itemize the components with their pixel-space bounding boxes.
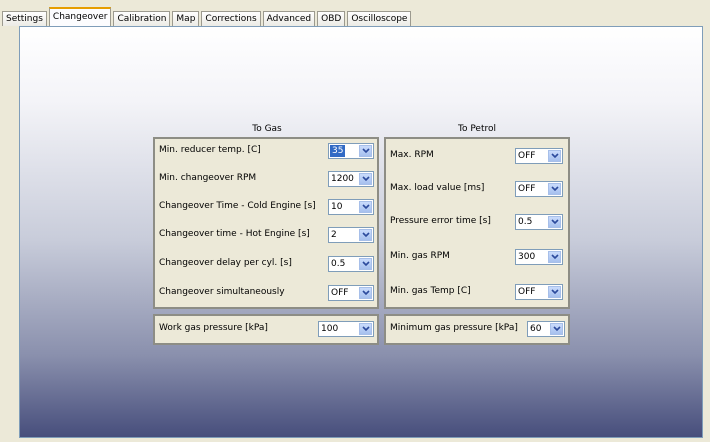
max-load-value-label: Max. load value [ms]: [390, 183, 485, 193]
changeover-delay-select[interactable]: 0.5: [328, 256, 374, 272]
min-gas-rpm-select[interactable]: 300: [515, 249, 563, 265]
min-gas-rpm-row: Min. gas RPM 300: [390, 249, 564, 265]
changeover-simultaneously-value: OFF: [331, 288, 349, 298]
tab-obd[interactable]: OBD: [317, 11, 346, 26]
pressure-error-time-value: 0.5: [518, 217, 533, 227]
max-rpm-value: OFF: [518, 151, 536, 161]
max-load-value-select[interactable]: OFF: [515, 181, 563, 197]
tab-calibration[interactable]: Calibration: [113, 11, 171, 26]
changeover-simultaneously-select[interactable]: OFF: [328, 285, 374, 301]
min-gas-pressure-row: Minimum gas pressure [kPa] 60: [390, 321, 565, 337]
min-changeover-rpm-label: Min. changeover RPM: [159, 173, 257, 183]
tab-bar: Settings Changeover Calibration Map Corr…: [2, 7, 413, 26]
min-changeover-rpm-row: Min. changeover RPM 1200: [159, 171, 374, 187]
max-load-value-row: Max. load value [ms] OFF: [390, 181, 564, 197]
tab-corrections[interactable]: Corrections: [201, 11, 261, 26]
min-gas-rpm-value: 300: [518, 252, 536, 262]
tab-map[interactable]: Map: [172, 11, 200, 26]
chevron-down-icon[interactable]: [550, 323, 563, 335]
to-gas-title: To Gas: [252, 124, 282, 134]
tab-advanced[interactable]: Advanced: [262, 11, 316, 26]
pressure-error-time-row: Pressure error time [s] 0.5: [390, 214, 564, 230]
tab-oscilloscope[interactable]: Oscilloscope: [347, 11, 412, 26]
hot-engine-time-row: Changeover time - Hot Engine [s] 2: [159, 227, 374, 243]
changeover-delay-value: 0.5: [331, 259, 346, 269]
chevron-down-icon[interactable]: [548, 216, 561, 228]
min-gas-pressure-value: 60: [530, 324, 542, 334]
max-load-value-value: OFF: [518, 184, 536, 194]
min-gas-temp-label: Min. gas Temp [C]: [390, 286, 471, 296]
max-rpm-row: Max. RPM OFF: [390, 148, 564, 164]
chevron-down-icon[interactable]: [359, 258, 372, 270]
min-changeover-rpm-value: 1200: [331, 174, 354, 184]
changeover-delay-label: Changeover delay per cyl. [s]: [159, 258, 292, 268]
chevron-down-icon[interactable]: [548, 150, 561, 162]
to-petrol-title: To Petrol: [457, 124, 497, 134]
min-reducer-temp-select[interactable]: 35: [328, 143, 374, 159]
chevron-down-icon[interactable]: [359, 323, 372, 335]
min-pressure-group: Minimum gas pressure [kPa] 60: [384, 314, 570, 345]
chevron-down-icon[interactable]: [359, 173, 372, 185]
min-gas-temp-value: OFF: [518, 287, 536, 297]
chevron-down-icon[interactable]: [359, 287, 372, 299]
min-reducer-temp-row: Min. reducer temp. [C] 35: [159, 143, 374, 159]
pressure-error-time-select[interactable]: 0.5: [515, 214, 563, 230]
min-gas-pressure-label: Minimum gas pressure [kPa]: [390, 323, 518, 333]
max-rpm-label: Max. RPM: [390, 150, 434, 160]
chevron-down-icon[interactable]: [359, 229, 372, 241]
chevron-down-icon[interactable]: [548, 183, 561, 195]
cold-engine-time-select[interactable]: 10: [328, 199, 374, 215]
changeover-delay-row: Changeover delay per cyl. [s] 0.5: [159, 256, 374, 272]
min-reducer-temp-value: 35: [330, 145, 346, 157]
min-reducer-temp-label: Min. reducer temp. [C]: [159, 145, 261, 155]
chevron-down-icon[interactable]: [359, 145, 372, 157]
work-gas-pressure-select[interactable]: 100: [318, 321, 374, 337]
work-gas-pressure-row: Work gas pressure [kPa] 100: [159, 321, 374, 337]
min-gas-pressure-select[interactable]: 60: [527, 321, 565, 337]
chevron-down-icon[interactable]: [548, 286, 561, 298]
hot-engine-time-select[interactable]: 2: [328, 227, 374, 243]
chevron-down-icon[interactable]: [548, 251, 561, 263]
tab-settings[interactable]: Settings: [2, 11, 47, 26]
work-gas-pressure-value: 100: [321, 324, 339, 334]
to-gas-group: Min. reducer temp. [C] 35 Min. changeove…: [153, 137, 379, 309]
to-petrol-group: Max. RPM OFF Max. load value [ms] OFF Pr…: [384, 137, 570, 309]
cold-engine-time-value: 10: [331, 202, 343, 212]
changeover-panel: To Gas To Petrol Min. reducer temp. [C] …: [19, 26, 703, 438]
work-pressure-group: Work gas pressure [kPa] 100: [153, 314, 379, 345]
changeover-simultaneously-label: Changeover simultaneously: [159, 287, 285, 297]
cold-engine-time-label: Changeover Time - Cold Engine [s]: [159, 201, 316, 211]
hot-engine-time-label: Changeover time - Hot Engine [s]: [159, 229, 310, 239]
pressure-error-time-label: Pressure error time [s]: [390, 216, 491, 226]
min-gas-temp-row: Min. gas Temp [C] OFF: [390, 284, 564, 300]
changeover-simultaneously-row: Changeover simultaneously OFF: [159, 285, 374, 301]
hot-engine-time-value: 2: [331, 230, 337, 240]
max-rpm-select[interactable]: OFF: [515, 148, 563, 164]
min-gas-rpm-label: Min. gas RPM: [390, 251, 450, 261]
min-changeover-rpm-select[interactable]: 1200: [328, 171, 374, 187]
work-gas-pressure-label: Work gas pressure [kPa]: [159, 323, 268, 333]
tab-changeover[interactable]: Changeover: [48, 7, 112, 26]
min-gas-temp-select[interactable]: OFF: [515, 284, 563, 300]
chevron-down-icon[interactable]: [359, 201, 372, 213]
cold-engine-time-row: Changeover Time - Cold Engine [s] 10: [159, 199, 374, 215]
